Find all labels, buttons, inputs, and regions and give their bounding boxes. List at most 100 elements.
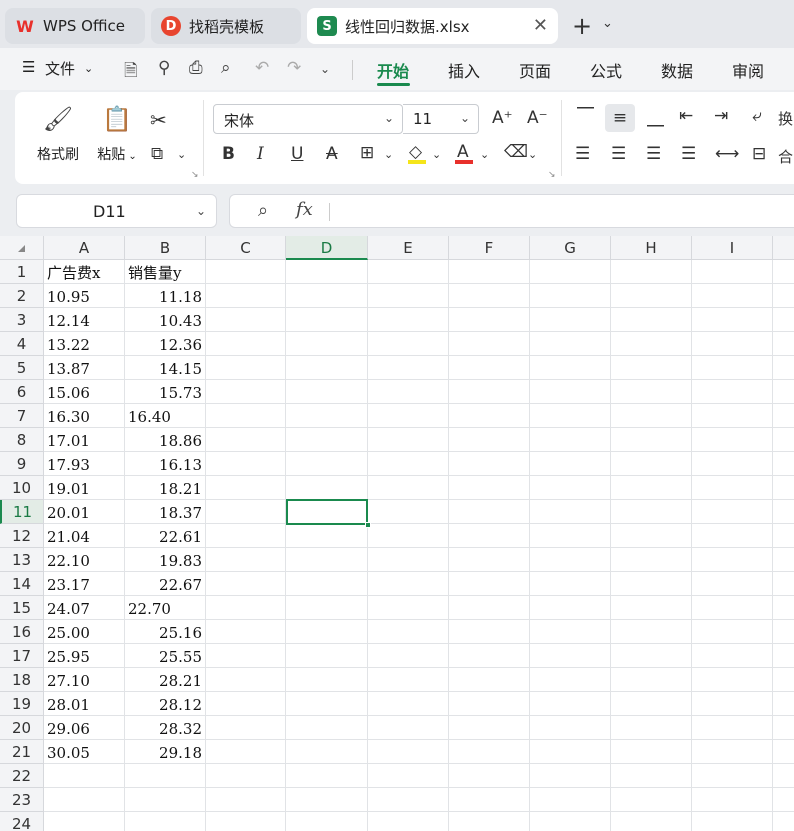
row-header-19[interactable]: 19 — [0, 692, 44, 716]
chevron-down-icon[interactable]: ⌄ — [320, 62, 330, 76]
chevron-down-icon[interactable]: ⌄ — [602, 16, 613, 31]
selected-cell[interactable] — [286, 499, 368, 525]
cell-a4[interactable]: 13.22 — [44, 332, 125, 356]
tab-review[interactable]: 审阅 — [732, 58, 764, 82]
column-header-g[interactable]: G — [530, 236, 611, 260]
cell-b4[interactable]: 12.36 — [125, 332, 206, 356]
italic-icon[interactable]: I — [257, 144, 264, 164]
undo-icon[interactable]: ↶ — [255, 58, 269, 78]
format-painter-button[interactable]: 🖌 格式刷 — [33, 102, 83, 164]
tab-template[interactable]: D 找稻壳模板 — [151, 8, 301, 44]
cell-a17[interactable]: 25.95 — [44, 644, 125, 668]
tab-home[interactable]: 开始 — [377, 58, 409, 82]
row-header-8[interactable]: 8 — [0, 428, 44, 452]
row-header-18[interactable]: 18 — [0, 668, 44, 692]
row-header-4[interactable]: 4 — [0, 332, 44, 356]
row-header-21[interactable]: 21 — [0, 740, 44, 764]
increase-font-icon[interactable]: A⁺ — [492, 108, 513, 128]
cell-a11[interactable]: 20.01 — [44, 500, 125, 524]
cell-b5[interactable]: 14.15 — [125, 356, 206, 380]
cell-b1[interactable]: 销售量y — [125, 260, 206, 284]
row-header-6[interactable]: 6 — [0, 380, 44, 404]
align-top-icon[interactable]: ⎺ — [577, 106, 594, 126]
cell-b2[interactable]: 11.18 — [125, 284, 206, 308]
cell-a15[interactable]: 24.07 — [44, 596, 125, 620]
column-header-d[interactable]: D — [286, 236, 368, 260]
chevron-down-icon[interactable]: ⌄ — [196, 204, 206, 218]
cell-a13[interactable]: 22.10 — [44, 548, 125, 572]
font-expand-icon[interactable]: ↘ — [548, 170, 556, 180]
cell-b10[interactable]: 18.21 — [125, 476, 206, 500]
cell-b21[interactable]: 29.18 — [125, 740, 206, 764]
chevron-down-icon[interactable]: ⌄ — [84, 62, 93, 75]
formula-input[interactable]: ⌕ fx — [229, 194, 794, 228]
cell-b20[interactable]: 28.32 — [125, 716, 206, 740]
chevron-down-icon[interactable]: ⌄ — [384, 148, 393, 161]
cell-b11[interactable]: 18.37 — [125, 500, 206, 524]
align-bottom-icon[interactable]: ⎽ — [647, 108, 664, 128]
cell-a5[interactable]: 13.87 — [44, 356, 125, 380]
wrap-text-icon[interactable]: ⤶ — [752, 106, 762, 126]
close-icon[interactable]: ✕ — [533, 15, 548, 36]
column-header-next[interactable] — [773, 236, 794, 260]
share-icon[interactable]: ⚲ — [158, 58, 170, 78]
tab-formula[interactable]: 公式 — [590, 58, 622, 82]
search-icon[interactable]: ⌕ — [258, 200, 268, 221]
cell-a1[interactable]: 广告费x — [44, 260, 125, 284]
decrease-font-icon[interactable]: A⁻ — [527, 108, 548, 128]
row-header-5[interactable]: 5 — [0, 356, 44, 380]
row-header-9[interactable]: 9 — [0, 452, 44, 476]
paste-button[interactable]: 📋 粘贴 ⌄ — [93, 102, 141, 164]
row-header-2[interactable]: 2 — [0, 284, 44, 308]
cell-a8[interactable]: 17.01 — [44, 428, 125, 452]
cell-a9[interactable]: 17.93 — [44, 452, 125, 476]
align-left-icon[interactable]: ☰ — [575, 144, 590, 164]
print-preview-icon[interactable]: ⌕ — [221, 58, 231, 78]
row-header-23[interactable]: 23 — [0, 788, 44, 812]
cell-a6[interactable]: 15.06 — [44, 380, 125, 404]
row-header-13[interactable]: 13 — [0, 548, 44, 572]
chevron-down-icon[interactable]: ⌄ — [177, 148, 186, 161]
select-all-corner[interactable] — [0, 236, 44, 260]
cell-a18[interactable]: 27.10 — [44, 668, 125, 692]
cell-b13[interactable]: 19.83 — [125, 548, 206, 572]
cell-b12[interactable]: 22.61 — [125, 524, 206, 548]
hamburger-icon[interactable]: ☰ — [22, 58, 35, 76]
cell-a2[interactable]: 10.95 — [44, 284, 125, 308]
spreadsheet-grid[interactable]: ABCDEFGHI 1 2 3 4 5 6 7 8 9 10 11 12 13 14 15 16 17 18 19 2… — [0, 236, 794, 831]
cell-b16[interactable]: 25.16 — [125, 620, 206, 644]
row-header-17[interactable]: 17 — [0, 644, 44, 668]
new-tab-plus-icon[interactable]: + — [572, 12, 592, 40]
cell-a19[interactable]: 28.01 — [44, 692, 125, 716]
row-header-15[interactable]: 15 — [0, 596, 44, 620]
cut-icon[interactable]: ✂ — [150, 108, 167, 132]
cell-a16[interactable]: 25.00 — [44, 620, 125, 644]
underline-icon[interactable]: U — [291, 144, 303, 164]
row-header-20[interactable]: 20 — [0, 716, 44, 740]
justify-icon[interactable]: ☰ — [681, 144, 696, 164]
bold-icon[interactable]: B — [222, 144, 235, 164]
cell-a14[interactable]: 23.17 — [44, 572, 125, 596]
cell-a7[interactable]: 16.30 — [44, 404, 125, 428]
font-color-icon[interactable]: A — [457, 142, 469, 162]
tab-insert[interactable]: 插入 — [448, 58, 480, 82]
tab-data[interactable]: 数据 — [661, 58, 693, 82]
cell-b6[interactable]: 15.73 — [125, 380, 206, 404]
tab-wps-office[interactable]: W WPS Office — [5, 8, 145, 44]
cell-b9[interactable]: 16.13 — [125, 452, 206, 476]
font-name-select[interactable]: 宋体 ⌄ — [213, 104, 403, 134]
clear-format-icon[interactable]: ⌫ — [504, 142, 528, 162]
column-header-e[interactable]: E — [368, 236, 449, 260]
function-icon[interactable]: fx — [296, 199, 313, 220]
cell-a20[interactable]: 29.06 — [44, 716, 125, 740]
chevron-down-icon[interactable]: ⌄ — [480, 148, 489, 161]
row-header-24[interactable]: 24 — [0, 812, 44, 831]
increase-indent-icon[interactable]: ⇥ — [714, 106, 728, 126]
chevron-down-icon[interactable]: ⌄ — [528, 148, 537, 161]
column-header-i[interactable]: I — [692, 236, 773, 260]
copy-icon[interactable]: ⧉ — [151, 144, 163, 164]
cell-b7[interactable]: 16.40 — [125, 404, 206, 428]
cell-b14[interactable]: 22.67 — [125, 572, 206, 596]
row-header-14[interactable]: 14 — [0, 572, 44, 596]
clipboard-expand-icon[interactable]: ↘ — [191, 170, 199, 180]
